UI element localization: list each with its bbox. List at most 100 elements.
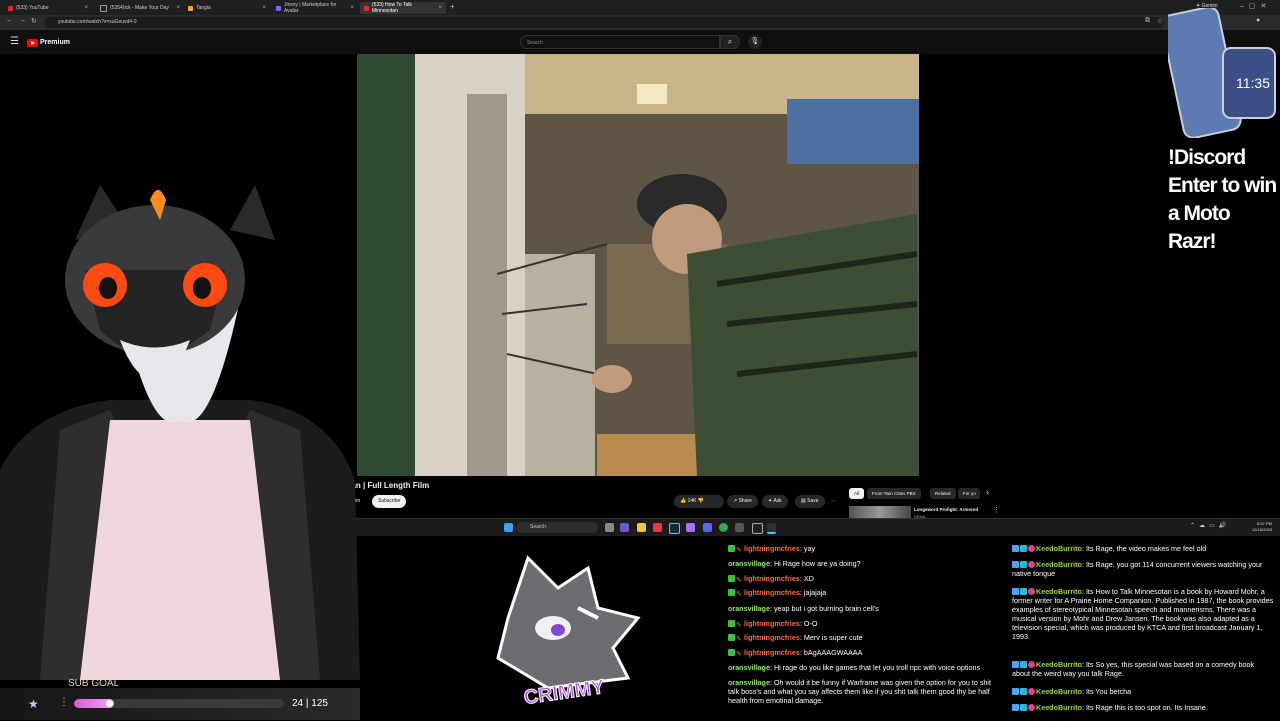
- ask-label: Ask: [773, 498, 782, 504]
- forward-arrow-icon[interactable]: →: [19, 17, 26, 24]
- windows-start-icon[interactable]: [504, 523, 513, 532]
- url-field[interactable]: youtube.com/watch?v=xuGeuvd4-0: [44, 17, 1164, 28]
- chat-username[interactable]: oransvillage: [728, 559, 770, 568]
- chat-username[interactable]: lightningmcfries: [744, 574, 800, 583]
- chat-username[interactable]: oransvillage: [728, 678, 770, 687]
- obs-icon[interactable]: [735, 523, 744, 532]
- app-icon[interactable]: [620, 523, 629, 532]
- sub-badge-icon: [1020, 545, 1027, 552]
- chip-related[interactable]: Related: [930, 488, 956, 499]
- chat-message: oransvillage: Hi rage do you like games …: [728, 663, 1003, 672]
- chat-username[interactable]: KeedoBurrito: [1036, 560, 1082, 569]
- chevron-right-icon[interactable]: ›: [986, 487, 989, 497]
- chat-text: Its Rage, the video makes me feel old: [1085, 544, 1207, 553]
- search-input[interactable]: Search: [520, 35, 720, 49]
- chat-username[interactable]: oransvillage: [728, 663, 770, 672]
- chat-username[interactable]: KeedoBurrito: [1036, 587, 1082, 596]
- chat-text: Its How to Talk Minnesotan is a book by …: [1012, 587, 1274, 641]
- browser-tab-tangia[interactable]: Tangia ×: [184, 2, 270, 14]
- chat-text: Its Rage this is too spot on. Its Insane…: [1085, 703, 1208, 712]
- file-explorer-icon[interactable]: [637, 523, 646, 532]
- chip-for-you[interactable]: For yo: [958, 488, 980, 499]
- hamburger-menu-icon[interactable]: ☰: [10, 36, 19, 47]
- search-icon[interactable]: ⌕: [720, 35, 740, 49]
- prime-badge-icon: [1012, 561, 1019, 568]
- twitch-icon[interactable]: [686, 523, 695, 532]
- discord-icon[interactable]: [703, 523, 712, 532]
- close-tab-icon[interactable]: ×: [350, 5, 354, 11]
- install-icon[interactable]: ⧉: [1145, 17, 1150, 25]
- sub-badge-icon: [1020, 704, 1027, 711]
- pencil-badge-icon: ✎: [736, 634, 743, 643]
- bookmark-star-icon[interactable]: ☆: [1157, 17, 1163, 25]
- discord-giveaway-text: !Discord Enter to win a Moto Razr!: [1168, 144, 1280, 256]
- chrome-icon[interactable]: [719, 523, 728, 532]
- chat-message: KeedoBurrito: Its How to Talk Minnesotan…: [1012, 587, 1274, 641]
- more-actions-button[interactable]: ···: [829, 495, 838, 508]
- like-dislike-button[interactable]: 👍 14K 👎: [674, 495, 724, 508]
- browser-tab-make-your-day[interactable]: (5354)ick - Make Your Day ×: [96, 2, 184, 14]
- taskbar-clock[interactable]: 8:37 PM 12/16/2025: [1252, 521, 1272, 533]
- new-tab-button[interactable]: +: [450, 2, 455, 11]
- taskbar-search[interactable]: Search: [516, 522, 598, 533]
- recommended-thumbnail[interactable]: [849, 506, 911, 518]
- chat-username[interactable]: KeedoBurrito: [1036, 687, 1082, 696]
- taskbar-search-label: Search: [530, 524, 546, 530]
- chat-username[interactable]: lightningmcfries: [744, 588, 800, 597]
- promo-line: a Moto Razr!: [1168, 202, 1231, 253]
- close-tab-icon[interactable]: ×: [84, 5, 88, 11]
- microphone-icon[interactable]: 🎙: [748, 35, 762, 49]
- video-player[interactable]: [357, 54, 919, 476]
- ask-button[interactable]: ✦ Ask: [762, 495, 788, 508]
- active-app-icon[interactable]: [767, 523, 776, 534]
- thumbs-up-icon: 👍: [680, 498, 687, 504]
- heart-badge-icon: [1028, 545, 1035, 552]
- steam-icon[interactable]: [669, 523, 680, 534]
- pencil-badge-icon: ✎: [736, 620, 743, 629]
- chat-username[interactable]: lightningmcfries: [744, 633, 800, 642]
- chat-username[interactable]: KeedoBurrito: [1036, 660, 1082, 669]
- save-button[interactable]: ▤ Save: [795, 495, 825, 508]
- save-label: Save: [807, 498, 819, 504]
- chat-username[interactable]: lightningmcfries: [744, 619, 800, 628]
- browser-tab-youtube[interactable]: (533) YouTube ×: [4, 2, 92, 14]
- app-icon[interactable]: [752, 523, 763, 534]
- reload-icon[interactable]: ↻: [31, 17, 37, 25]
- browser-tab-jinxxy[interactable]: Jinxxy | Marketplace for Avatar ×: [272, 2, 358, 14]
- chat-username[interactable]: KeedoBurrito: [1036, 544, 1082, 553]
- more-vert-icon[interactable]: ⋮: [993, 506, 1000, 514]
- address-bar-row: ← → ↻ youtube.com/watch?v=xuGeuvd4-0 ⧉ ☆…: [0, 15, 1280, 30]
- chat-message: KeedoBurrito: Its Rage, the video makes …: [1012, 544, 1274, 553]
- chip-from-twin-cities-pbs[interactable]: From Twin Cities PBS: [867, 488, 921, 499]
- back-arrow-icon[interactable]: ←: [6, 17, 13, 24]
- share-button[interactable]: ↗ Share: [727, 495, 758, 508]
- brave-icon[interactable]: [653, 523, 662, 532]
- recommended-video-title[interactable]: Longsword Profight: Armored: [914, 507, 978, 512]
- chat-username[interactable]: lightningmcfries: [744, 544, 800, 553]
- chat-username[interactable]: lightningmcfries: [744, 648, 800, 657]
- pencil-badge-icon: ✎: [736, 545, 743, 554]
- verified-badge-icon: [728, 620, 735, 627]
- subscribe-button[interactable]: Subscribe: [372, 495, 407, 508]
- browser-tab-how-to-talk-minnesotan[interactable]: (533) How To Talk Minnesotan ×: [360, 2, 446, 14]
- close-tab-icon[interactable]: ×: [176, 5, 180, 11]
- chat-panel-right: KeedoBurrito: Its Rage, the video makes …: [1012, 544, 1274, 720]
- chat-message: KeedoBurrito: Its Rage, you got 114 conc…: [1012, 560, 1274, 578]
- chat-username[interactable]: KeedoBurrito: [1036, 703, 1082, 712]
- system-tray-icons[interactable]: ⌃☁▭🔊: [1190, 522, 1230, 529]
- tiktok-favicon-icon: [100, 4, 107, 12]
- close-tab-icon[interactable]: ×: [438, 5, 442, 11]
- prime-badge-icon: [1012, 545, 1019, 552]
- tab-label: (5354)ick - Make Your Day: [110, 5, 169, 11]
- chat-message: ✎ lightningmcfries: O-O: [728, 619, 1003, 629]
- prime-badge-icon: [1012, 661, 1019, 668]
- prime-badge-icon: [1012, 588, 1019, 595]
- prime-badge-icon: [1012, 688, 1019, 695]
- youtube-premium-brand[interactable]: Premium: [40, 39, 70, 46]
- youtube-logo-icon[interactable]: [27, 39, 38, 47]
- close-tab-icon[interactable]: ×: [262, 5, 266, 11]
- chat-username[interactable]: oransvillage: [728, 604, 770, 613]
- chip-all[interactable]: All: [849, 488, 865, 499]
- task-view-icon[interactable]: [605, 523, 614, 532]
- like-count: 14K: [687, 498, 697, 504]
